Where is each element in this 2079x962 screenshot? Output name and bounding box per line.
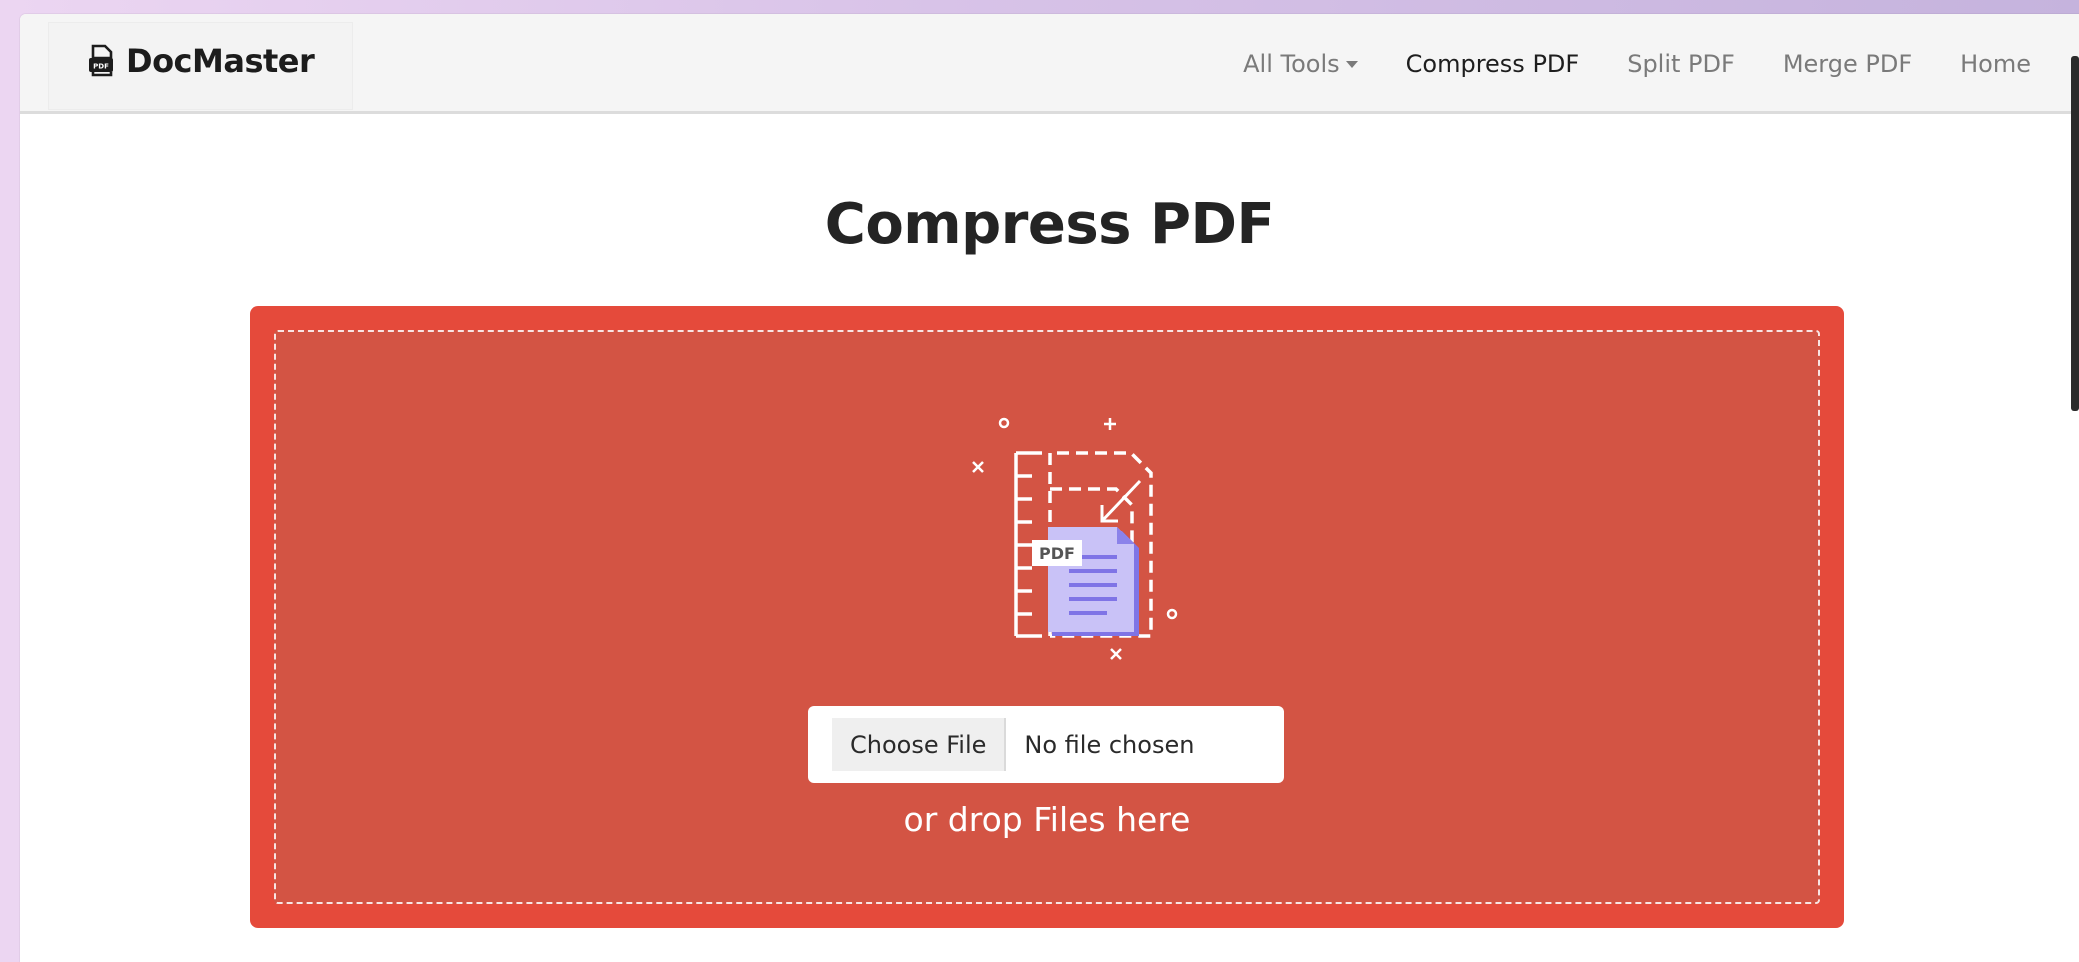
nav-compress-pdf[interactable]: Compress PDF	[1406, 50, 1580, 78]
svg-text:PDF: PDF	[93, 63, 109, 71]
drop-zone[interactable]: PDF Choose File No file chosen or drop F…	[250, 306, 1844, 928]
nav-split-pdf[interactable]: Split PDF	[1627, 50, 1735, 78]
caret-down-icon	[1345, 60, 1358, 68]
top-navbar: PDF DocMaster All Tools Compress PDF Spl…	[20, 14, 2079, 114]
nav-all-tools[interactable]: All Tools	[1243, 50, 1358, 78]
compress-pdf-icon: PDF	[972, 417, 1178, 660]
brand-name: DocMaster	[126, 42, 315, 80]
browser-window: PDF DocMaster All Tools Compress PDF Spl…	[20, 14, 2079, 962]
nav-all-tools-label: All Tools	[1243, 50, 1340, 78]
main-nav: All Tools Compress PDF Split PDF Merge P…	[1243, 14, 2031, 114]
page-title: Compress PDF	[824, 192, 1275, 257]
nav-merge-pdf[interactable]: Merge PDF	[1783, 50, 1912, 78]
choose-file-button[interactable]: Choose File	[832, 718, 1007, 771]
drop-zone-inner[interactable]: PDF Choose File No file chosen or drop F…	[274, 330, 1820, 904]
pdf-file-icon: PDF	[89, 44, 113, 77]
file-input[interactable]: Choose File No file chosen	[808, 706, 1284, 783]
pdf-label: PDF	[1039, 544, 1075, 563]
file-status: No file chosen	[1024, 730, 1195, 759]
drop-hint: or drop Files here	[903, 800, 1191, 839]
brand-link[interactable]: PDF DocMaster	[84, 42, 315, 80]
nav-home[interactable]: Home	[1960, 50, 2031, 78]
scrollbar[interactable]	[2071, 56, 2079, 411]
